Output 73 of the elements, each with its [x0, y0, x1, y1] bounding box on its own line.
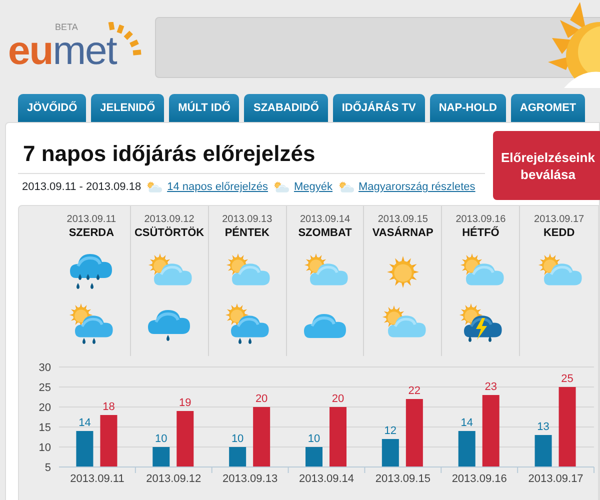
bar-value: 19	[179, 397, 192, 409]
bar	[534, 435, 552, 467]
nav-link[interactable]: Magyarország részletes	[358, 179, 476, 196]
bar	[482, 395, 500, 467]
bar-value: 12	[384, 425, 397, 437]
accuracy-button[interactable]: Előrejelzéseink beválása	[493, 131, 600, 200]
axis-label: 2013.09.11	[70, 473, 124, 485]
nav-tab[interactable]: SZABADIDŐ	[244, 94, 328, 122]
date-range: 2013.09.11 - 2013.09.18	[22, 180, 142, 195]
logo-text: met	[52, 36, 116, 66]
axis-label: 30	[38, 362, 51, 374]
sun-cloud-icon	[272, 180, 290, 194]
bar-value: 20	[332, 393, 344, 405]
day-name: PÉNTEK	[224, 226, 270, 240]
axis-label: 10	[38, 442, 51, 454]
day-name: KEDD	[543, 226, 575, 240]
day-date: 2013.09.17	[534, 214, 584, 226]
axis-label: 2013.09.17	[528, 473, 584, 485]
page-title: 7 napos időjárás előrejelzés	[23, 140, 316, 168]
bar	[330, 407, 346, 467]
nav-tab[interactable]: MÚLT IDŐ	[169, 94, 240, 122]
sun-cloud-icon	[336, 180, 355, 194]
axis-label: 20	[38, 402, 51, 414]
bar	[458, 431, 476, 467]
bar-value: 13	[537, 421, 550, 433]
nav-tab[interactable]: JELENIDŐ	[91, 94, 164, 122]
bar-value: 20	[255, 393, 268, 405]
day-date: 2013.09.12	[144, 214, 194, 226]
day-name: SZERDA	[68, 226, 114, 240]
bar	[306, 447, 322, 467]
day-name: CSÜTÖRTÖK	[134, 226, 204, 240]
day-name: HÉTFŐ	[462, 226, 500, 240]
bar-value: 10	[155, 433, 168, 445]
axis-label: 2013.09.13	[222, 473, 278, 485]
bar-value: 18	[102, 401, 115, 413]
day-date: 2013.09.11	[66, 214, 116, 226]
nav-tab[interactable]: AGROMET	[510, 94, 586, 122]
logo-text: eu	[8, 36, 53, 66]
bar-value: 25	[561, 373, 574, 385]
axis-label: 2013.09.16	[452, 473, 507, 485]
beta-label: BETA	[55, 22, 78, 32]
nav-link[interactable]: Megyék	[294, 179, 333, 196]
bar	[253, 407, 270, 467]
day-date: 2013.09.16	[456, 214, 506, 226]
day-name: VASÁRNAP	[372, 226, 434, 240]
bar-value: 10	[231, 433, 244, 445]
nav-link[interactable]: 14 napos előrejelzés	[167, 179, 268, 196]
bar	[176, 411, 194, 467]
bar-value: 14	[78, 417, 91, 429]
axis-label: 2013.09.12	[146, 473, 202, 485]
day-date: 2013.09.15	[378, 214, 428, 226]
bar	[406, 399, 423, 467]
bar	[76, 431, 94, 467]
bar-value: 14	[460, 417, 473, 429]
bar-value: 22	[408, 385, 421, 397]
bar	[152, 447, 170, 467]
axis-label: 5	[44, 462, 51, 474]
nav-tab[interactable]: IDŐJÁRÁS TV	[332, 94, 425, 122]
sun-cloud-icon	[145, 180, 164, 194]
day-name: SZOMBAT	[298, 226, 352, 240]
bar-value: 10	[308, 433, 320, 445]
bar-value: 23	[484, 381, 497, 393]
day-date: 2013.09.14	[300, 214, 350, 226]
axis-label: 25	[38, 382, 51, 394]
bar	[100, 415, 118, 467]
day-date: 2013.09.13	[222, 214, 272, 226]
axis-label: 2013.09.14	[298, 473, 354, 485]
bar	[382, 439, 399, 467]
nav-tab[interactable]: NAP-HOLD	[430, 94, 506, 122]
axis-label: 15	[38, 422, 51, 434]
axis-label: 2013.09.15	[375, 473, 430, 485]
nav-tab[interactable]: JÖVŐIDŐ	[18, 94, 86, 122]
bar	[229, 447, 246, 467]
